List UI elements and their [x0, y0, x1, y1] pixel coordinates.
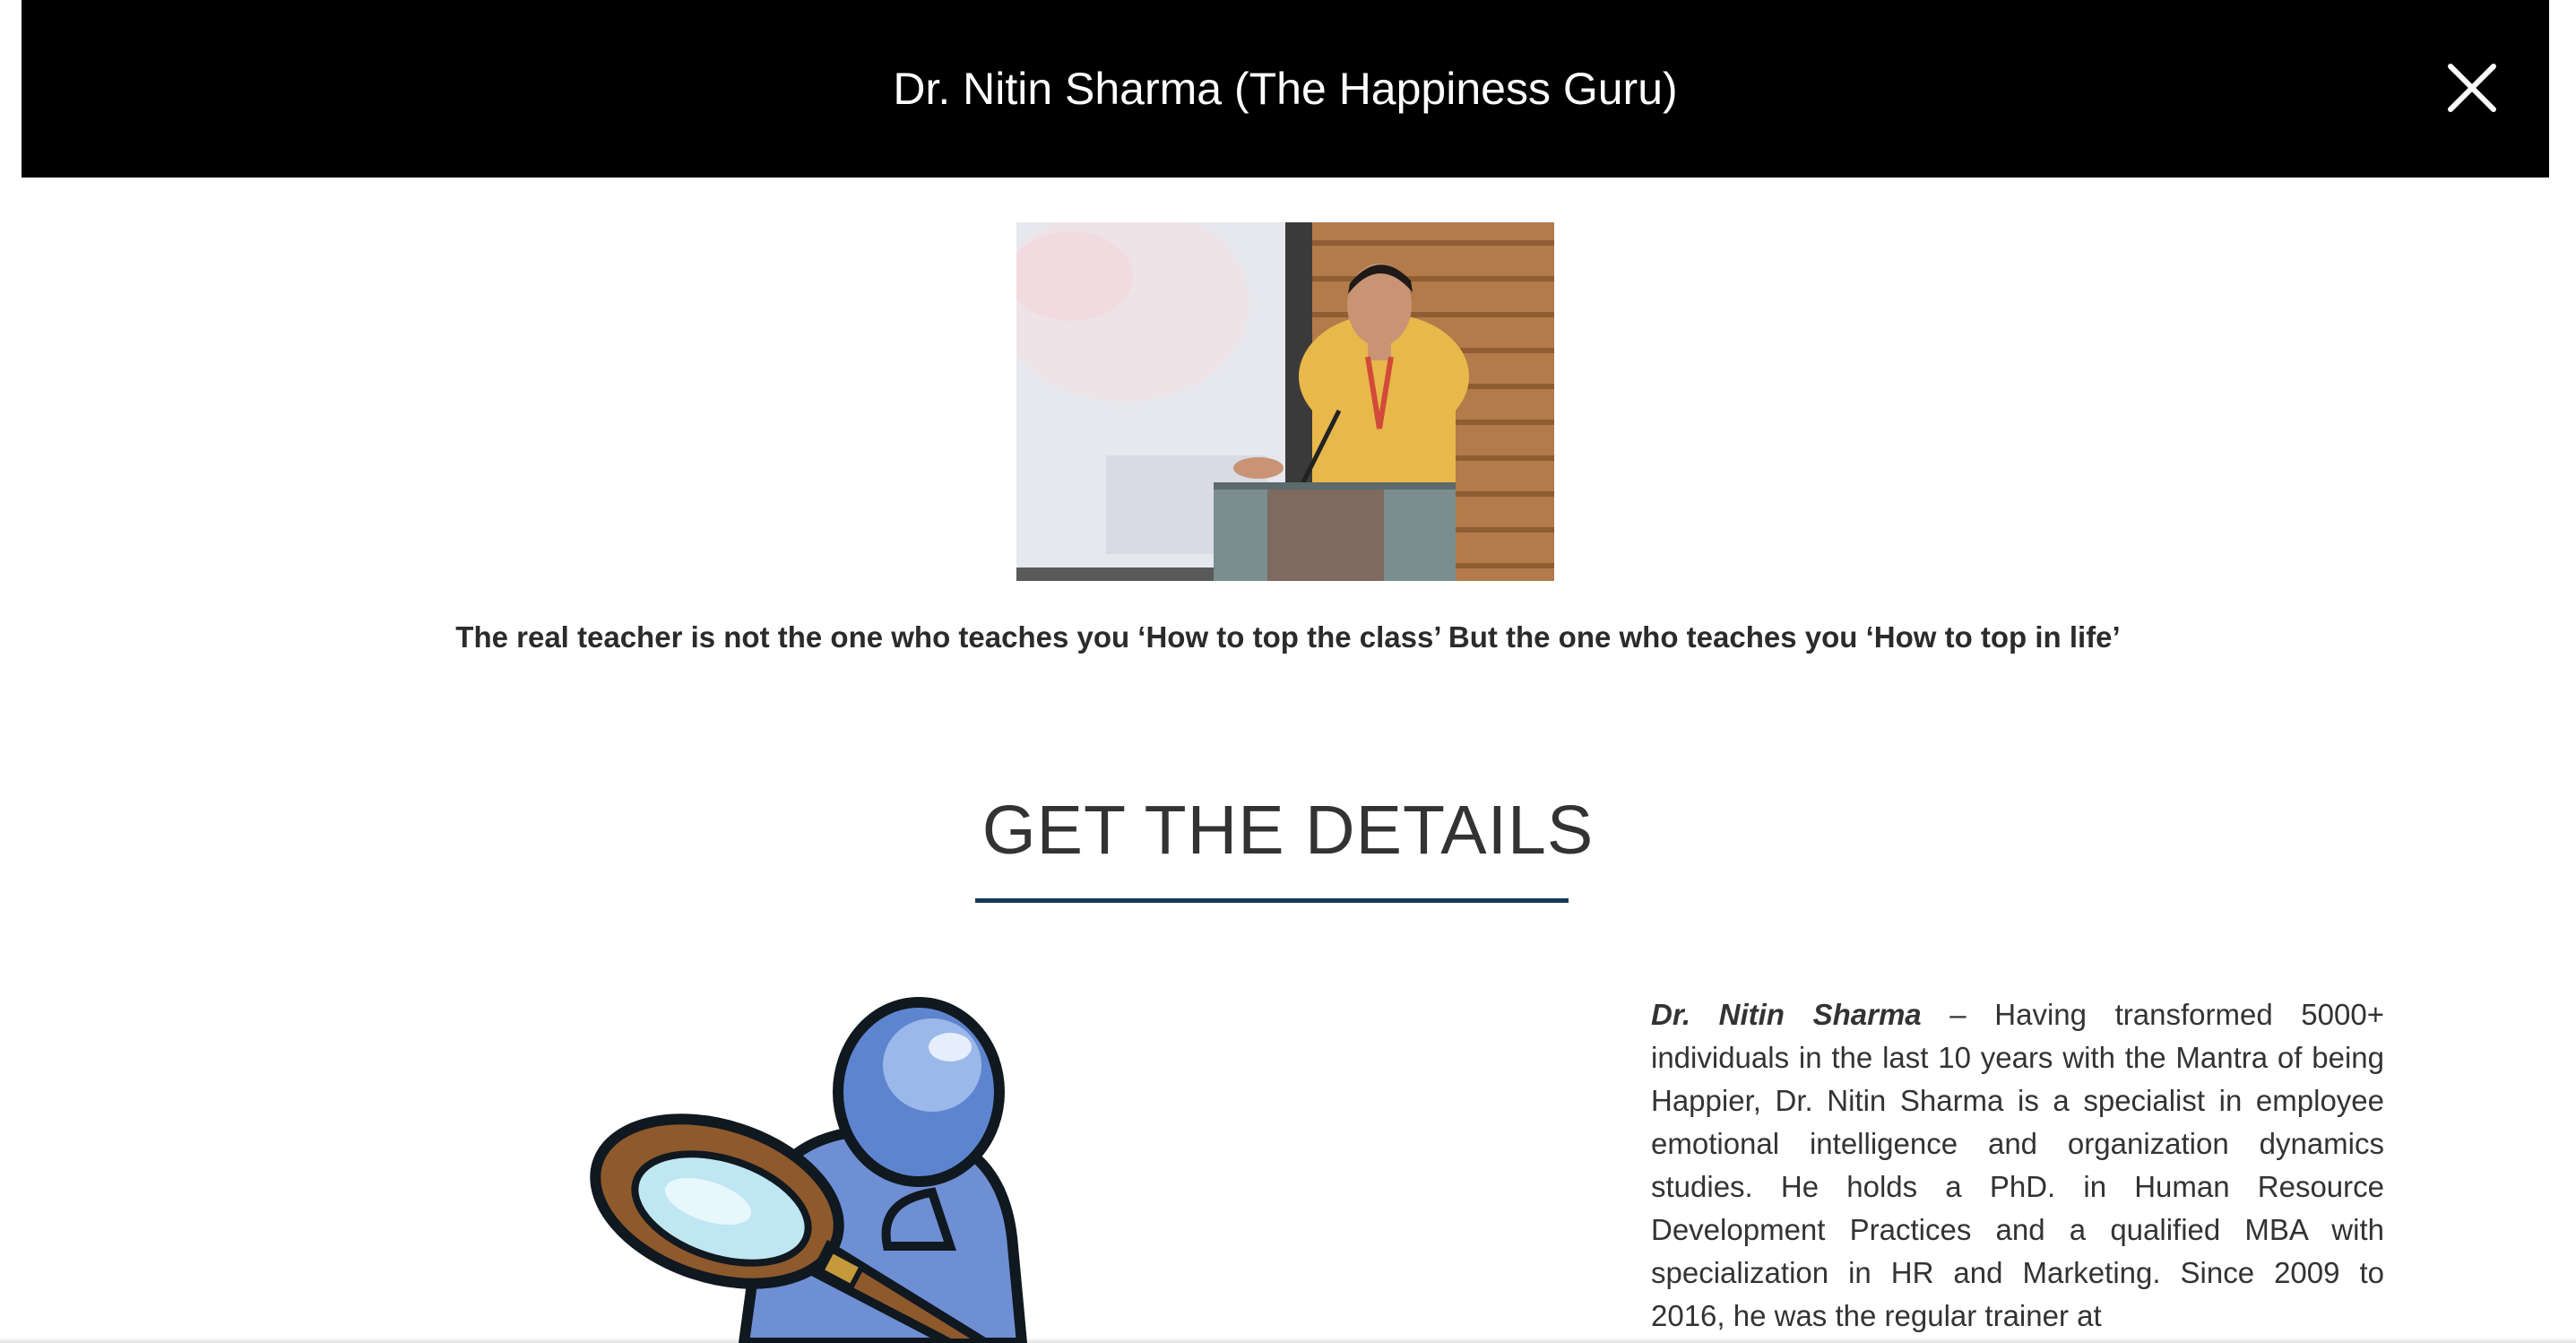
bio-name: Dr. Nitin Sharma: [1651, 998, 1922, 1031]
close-button[interactable]: [2443, 59, 2501, 117]
section-heading: GET THE DETAILS: [981, 792, 1595, 869]
magnifying-glass-person-icon: [556, 977, 1201, 1343]
bio-description: – Having transformed 5000+ individuals i…: [1651, 998, 2384, 1332]
heading-underline: [975, 898, 1569, 903]
modal-header: Dr. Nitin Sharma (The Happiness Guru): [22, 0, 2549, 178]
bio-text: Dr. Nitin Sharma – Having transformed 50…: [1651, 993, 2384, 1338]
bottom-edge-shadow: [0, 1338, 2576, 1343]
modal-title: Dr. Nitin Sharma (The Happiness Guru): [893, 64, 1678, 114]
close-icon: [2448, 64, 2496, 112]
modal-page: Dr. Nitin Sharma (The Happiness Guru) Th…: [0, 0, 2576, 1343]
quote-text: The real teacher is not the one who teac…: [455, 620, 2121, 654]
speaker-photo: [1016, 222, 1554, 581]
